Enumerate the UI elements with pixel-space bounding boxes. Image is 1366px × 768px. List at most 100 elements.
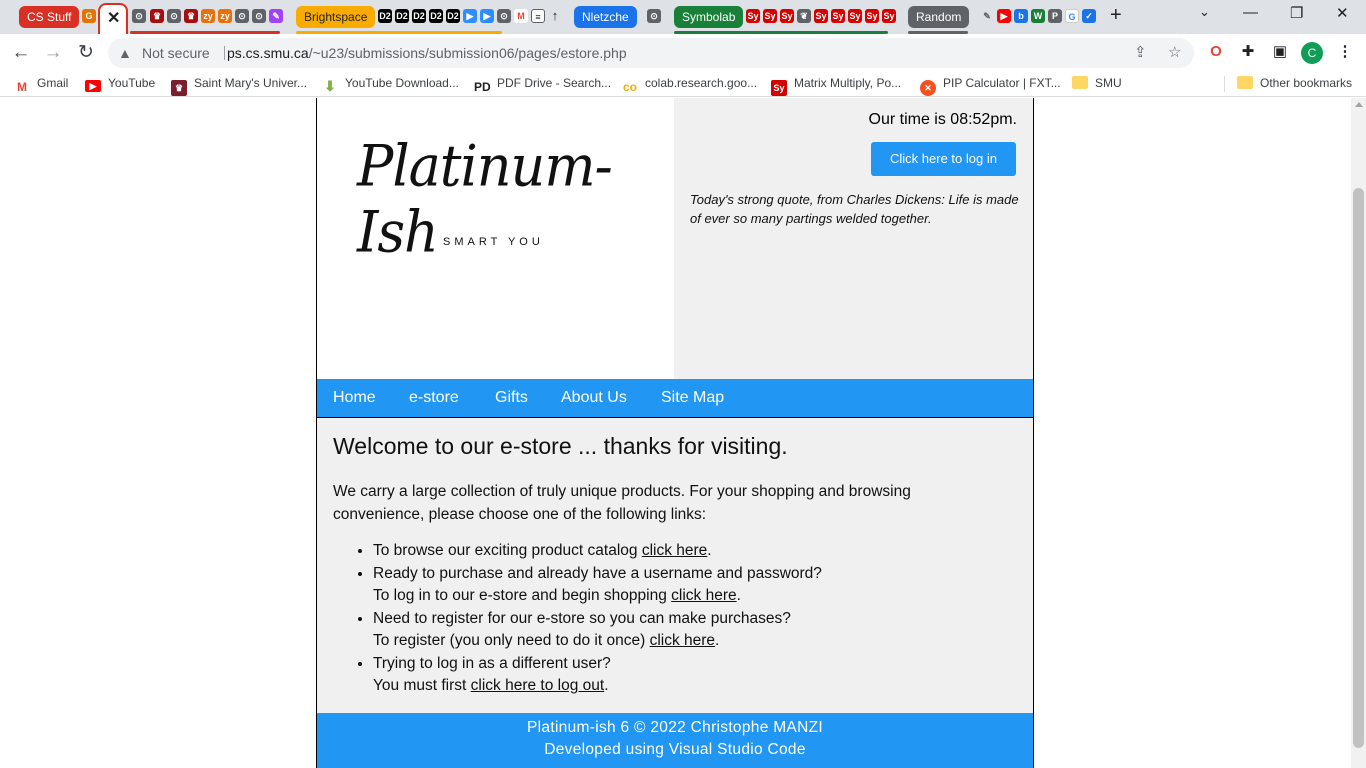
vertical-scrollbar[interactable] xyxy=(1351,98,1366,768)
bookmark-youtube[interactable]: ▶ YouTube xyxy=(85,76,155,92)
share-icon[interactable]: ⇪ xyxy=(1134,38,1147,68)
checklist-icon[interactable]: ✓ xyxy=(1082,9,1096,23)
register-link[interactable]: click here xyxy=(650,632,715,649)
bookmark-other-bookmarks[interactable]: Other bookmarks xyxy=(1237,76,1352,90)
tab-favicon-icon[interactable]: ⊙ xyxy=(167,9,181,23)
symbolab-icon[interactable]: Sy xyxy=(814,9,828,23)
symbolab-icon[interactable]: Sy xyxy=(848,9,862,23)
login-link[interactable]: click here xyxy=(671,587,736,604)
restore-button[interactable]: ❐ xyxy=(1290,4,1303,22)
tab-group-brightspace[interactable]: Brightspace xyxy=(296,6,376,28)
youtube-icon[interactable]: ▶ xyxy=(997,9,1011,23)
d2l-icon[interactable]: D2 xyxy=(395,9,409,23)
bookmark-label: PIP Calculator | FXT... xyxy=(943,76,1061,90)
nav-estore[interactable]: e-store xyxy=(409,379,459,417)
symbolab-icon[interactable]: Sy xyxy=(780,9,794,23)
opera-extension-icon[interactable]: O xyxy=(1205,41,1227,63)
gmail-icon[interactable]: M xyxy=(514,9,528,23)
scrollbar-thumb[interactable] xyxy=(1353,188,1364,748)
symbolab-icon[interactable]: Sy xyxy=(746,9,760,23)
tab-favicon-icon[interactable]: ⊙ xyxy=(235,9,249,23)
youtube-icon: ▶ xyxy=(85,80,101,92)
word-icon[interactable]: W xyxy=(1031,9,1045,23)
bookmark-matrix-multiply[interactable]: Sy Matrix Multiply, Po... xyxy=(771,76,901,96)
php-icon[interactable]: P xyxy=(1048,9,1062,23)
tab-favicon-icon[interactable]: ⊙ xyxy=(647,9,661,23)
bookmark-pip-calculator[interactable]: ✕ PIP Calculator | FXT... xyxy=(920,76,1061,96)
tab-favicon-icon[interactable]: ⊙ xyxy=(252,9,266,23)
bookmark-colab[interactable]: co colab.research.goo... xyxy=(622,76,757,95)
item-text: Trying to log in as a different user? xyxy=(373,654,611,672)
zoom-icon[interactable]: ▶ xyxy=(480,9,494,23)
download-arrow-icon: ⬇ xyxy=(324,78,336,94)
zoom-icon[interactable]: ▶ xyxy=(463,9,477,23)
tab-group-cs-stuff[interactable]: CS Stuff xyxy=(19,6,80,28)
tab-favicon-icon[interactable]: G xyxy=(82,9,96,23)
item-text: To log in to our e-store and begin shopp… xyxy=(373,587,672,604)
up-arrow-icon[interactable]: ↑ xyxy=(548,9,562,23)
extensions-puzzle-icon[interactable]: ✚ xyxy=(1237,41,1259,63)
warning-icon[interactable]: ▲ xyxy=(118,38,132,68)
bing-icon[interactable]: b xyxy=(1014,9,1028,23)
login-button[interactable]: Click here to log in xyxy=(871,142,1016,176)
reload-button[interactable]: ↻ xyxy=(73,40,99,66)
symbolab-icon[interactable]: Sy xyxy=(763,9,777,23)
tab-favicon-icon[interactable]: ⊙ xyxy=(132,9,146,23)
symbolab-icon[interactable]: Sy xyxy=(865,9,879,23)
tab-group-random[interactable]: Random xyxy=(908,6,970,28)
security-label[interactable]: Not secure xyxy=(142,38,210,68)
active-tab[interactable]: ✕ xyxy=(98,3,128,34)
d2l-icon[interactable]: D2 xyxy=(412,9,426,23)
feather-icon[interactable]: ✎ xyxy=(269,9,283,23)
tab-search-icon[interactable]: ⌄ xyxy=(1199,4,1210,20)
info-panel: Our time is 08:52pm. Click here to log i… xyxy=(674,98,1033,379)
logo-tagline: SMART YOU xyxy=(443,236,544,248)
symbolab-icon[interactable]: Sy xyxy=(882,9,896,23)
url-text[interactable]: ps.cs.smu.ca/~u23/submissions/submission… xyxy=(227,38,627,68)
new-tab-button[interactable]: + xyxy=(1110,4,1122,27)
bookmark-label: YouTube Download... xyxy=(345,76,459,90)
side-panel-icon[interactable]: ▣ xyxy=(1269,41,1291,63)
bookmark-gmail[interactable]: M Gmail xyxy=(14,76,68,95)
bookmark-youtube-download[interactable]: ⬇ YouTube Download... xyxy=(322,76,459,94)
item-end: . xyxy=(604,677,609,694)
zybooks-icon[interactable]: zy xyxy=(201,9,215,23)
url-path: /~u23/submissions/submission06/pages/est… xyxy=(308,45,627,61)
document-icon[interactable]: ≡ xyxy=(531,9,545,23)
site-container: Platinum-Ish SMART YOU Our time is 08:52… xyxy=(316,98,1034,768)
bookmarks-bar: M Gmail ▶ YouTube ♛ Saint Mary's Univer... … xyxy=(0,71,1366,97)
minimize-button[interactable]: — xyxy=(1243,4,1258,21)
nav-home[interactable]: Home xyxy=(333,379,376,417)
smu-crest-icon[interactable]: ♛ xyxy=(150,9,164,23)
forward-button[interactable]: → xyxy=(40,40,66,66)
menu-kebab-icon[interactable]: ⋮ xyxy=(1334,41,1356,63)
bookmark-smu-folder[interactable]: SMU xyxy=(1072,76,1122,90)
logout-link[interactable]: click here to log out xyxy=(471,677,605,694)
nav-about-us[interactable]: About Us xyxy=(561,379,627,417)
bookmark-star-icon[interactable]: ☆ xyxy=(1168,38,1181,68)
zybooks-icon[interactable]: zy xyxy=(218,9,232,23)
smu-crest-icon[interactable]: ♛ xyxy=(184,9,198,23)
back-button[interactable]: ← xyxy=(8,40,34,66)
leaf-icon[interactable]: ❦ xyxy=(797,9,811,23)
d2l-icon[interactable]: D2 xyxy=(446,9,460,23)
tab-favicon-icon[interactable]: ⊙ xyxy=(497,9,511,23)
tab-group-nletzche[interactable]: Nletzche xyxy=(574,6,637,28)
site-footer: Platinum-ish 6 © 2022 Christophe MANZI D… xyxy=(317,713,1033,768)
symbolab-icon[interactable]: Sy xyxy=(831,9,845,23)
scroll-up-icon[interactable] xyxy=(1355,102,1363,107)
nav-gifts[interactable]: Gifts xyxy=(495,379,528,417)
close-window-button[interactable]: ✕ xyxy=(1336,4,1349,22)
bookmark-saint-marys[interactable]: ♛ Saint Mary's Univer... xyxy=(171,76,307,96)
catalog-link[interactable]: click here xyxy=(642,542,707,559)
bookmark-pdf-drive[interactable]: PD PDF Drive - Search... xyxy=(474,76,611,95)
d2l-icon[interactable]: D2 xyxy=(378,9,392,23)
google-icon[interactable]: G xyxy=(1065,9,1079,23)
address-bar[interactable]: ▲ Not secure ps.cs.smu.ca/~u23/submissio… xyxy=(108,38,1194,68)
pencil-icon[interactable]: ✎ xyxy=(980,9,994,23)
d2l-icon[interactable]: D2 xyxy=(429,9,443,23)
tab-group-symbolab[interactable]: Symbolab xyxy=(674,6,744,28)
profile-avatar[interactable]: C xyxy=(1301,42,1323,64)
nav-site-map[interactable]: Site Map xyxy=(661,379,724,417)
close-tab-icon[interactable]: ✕ xyxy=(107,8,120,28)
